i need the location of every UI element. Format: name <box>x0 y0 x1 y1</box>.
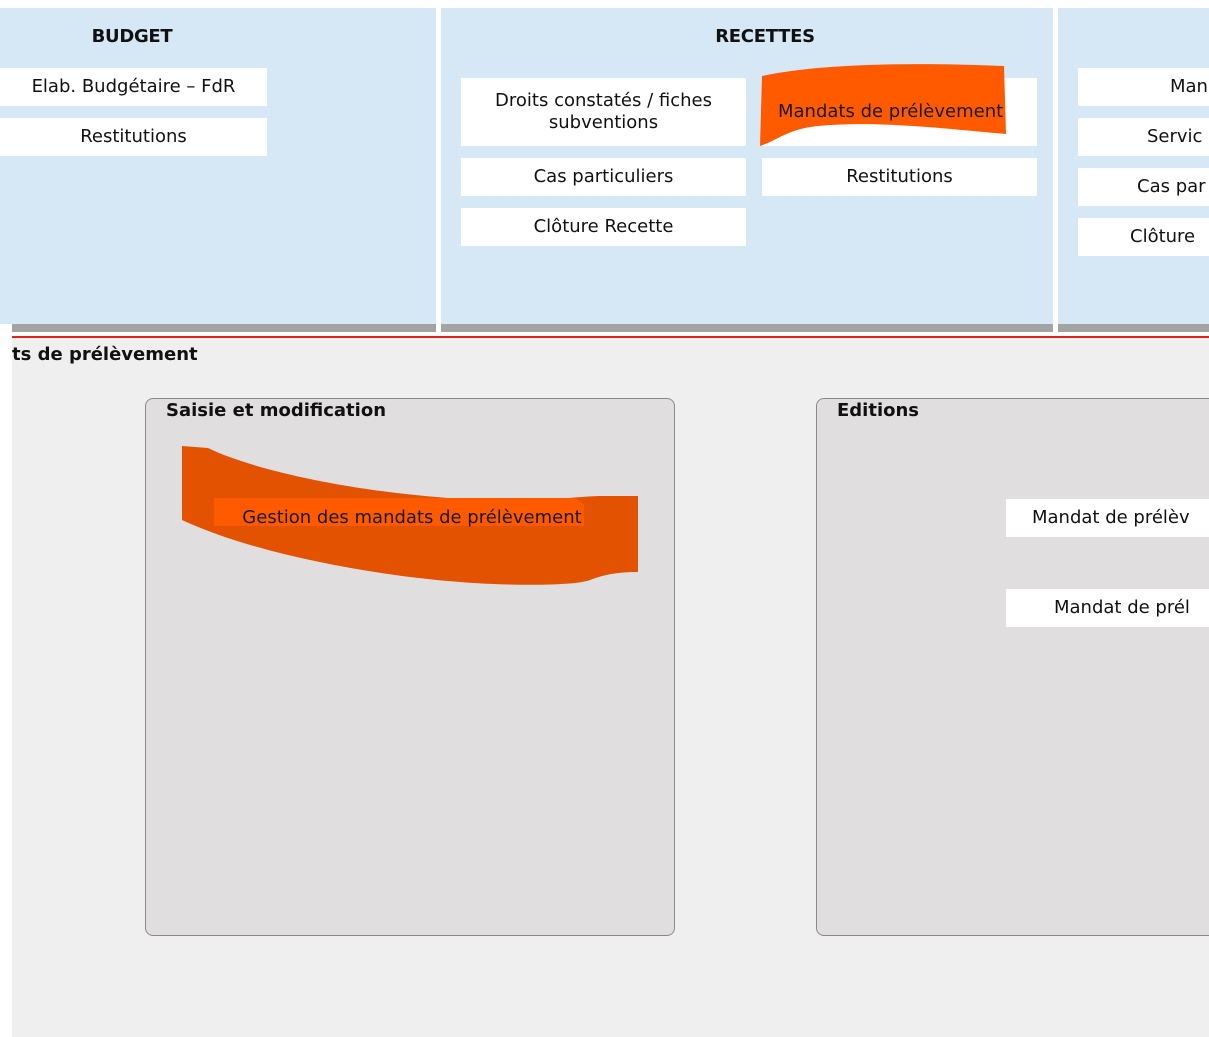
menu-item-label: Mandats de prélèvement <box>778 101 1004 122</box>
panel-title-editions: Editions <box>837 400 920 421</box>
menu-item-label: Servic <box>1147 126 1203 147</box>
column-bottom-bar <box>1058 324 1209 332</box>
menu-item-servic[interactable]: Servic <box>1078 118 1209 156</box>
menu-item-label: Clôture <box>1130 226 1196 247</box>
gestion-mandats-button[interactable]: Gestion des mandats de prélèvement <box>214 498 610 538</box>
menu-item-cloture-recette[interactable]: Clôture Recette <box>461 208 746 246</box>
menu-item-cloture[interactable]: Clôture <box>1078 218 1209 256</box>
menu-item-label: Cas par <box>1137 176 1206 197</box>
edition-mandat-prelevement-1[interactable]: Mandat de prélèv <box>1006 499 1209 537</box>
gestion-mandats-label: Gestion des mandats de prélèvement <box>242 507 582 528</box>
edition-mandat-prelevement-2[interactable]: Mandat de prél <box>1006 589 1209 627</box>
menu-item-budget-restitutions[interactable]: Restitutions <box>0 118 267 156</box>
menu-title-recettes: RECETTES <box>715 26 815 47</box>
menu-item-mandats-prelevement[interactable]: Mandats de prélèvement <box>760 64 1037 146</box>
column-bottom-bar <box>441 324 1053 332</box>
panel-title-saisie: Saisie et modification <box>166 400 387 421</box>
menu-column-budget <box>0 8 436 332</box>
menu-item-man[interactable]: Man <box>1078 68 1209 106</box>
menu-title-budget: BUDGET <box>91 26 173 47</box>
menu-column-third <box>1058 8 1209 332</box>
menu-item-elab-budgetaire[interactable]: Elab. Budgétaire – FdR <box>0 68 267 106</box>
menu-item-droits-constates[interactable]: Droits constatés / fiches subventions <box>461 78 746 146</box>
column-bottom-bar <box>12 324 436 332</box>
menu-item-cas-particuliers[interactable]: Cas particuliers <box>461 158 746 196</box>
panel-editions <box>816 398 1209 936</box>
edition-item-label: Mandat de prél <box>1054 597 1190 618</box>
menu-item-label: Man <box>1170 76 1208 97</box>
menu-item-recettes-restitutions[interactable]: Restitutions <box>762 158 1037 196</box>
page-title: ts de prélèvement <box>12 344 198 365</box>
edition-item-label: Mandat de prélèv <box>1032 507 1190 528</box>
menu-item-cas-par[interactable]: Cas par <box>1078 168 1209 206</box>
